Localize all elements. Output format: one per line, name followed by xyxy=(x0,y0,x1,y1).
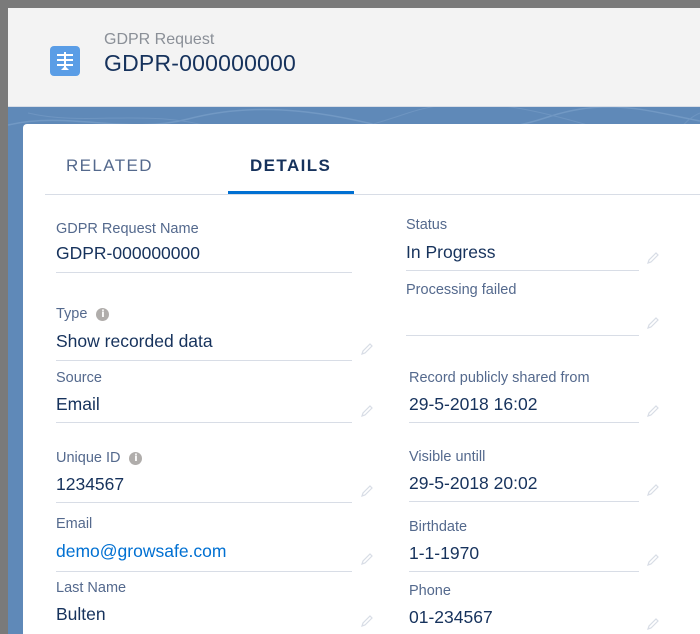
field-status: Status In Progress xyxy=(406,217,676,271)
field-unique-id: Unique ID i 1234567 xyxy=(56,450,386,504)
details-card: RELATED DETAILS GDPR Request Name GDPR-0… xyxy=(23,124,700,634)
field-value: Email xyxy=(56,394,100,414)
gdpr-request-icon xyxy=(50,46,80,76)
info-icon[interactable]: i xyxy=(96,308,110,321)
field-divider xyxy=(409,501,639,502)
field-processing-failed: Processing failed xyxy=(406,282,676,336)
field-value: 1234567 xyxy=(56,474,125,494)
edit-pencil-icon[interactable] xyxy=(360,404,374,418)
field-label: Type i xyxy=(56,306,110,322)
edit-pencil-icon[interactable] xyxy=(360,552,374,566)
field-value: Show recorded data xyxy=(56,331,213,351)
field-divider xyxy=(56,502,352,503)
edit-pencil-icon[interactable] xyxy=(646,483,660,497)
edit-pencil-icon[interactable] xyxy=(646,251,660,265)
field-value: In Progress xyxy=(406,242,496,262)
field-value: 1-1-1970 xyxy=(409,543,480,563)
field-label: Status xyxy=(406,217,448,233)
field-label: Source xyxy=(56,370,102,386)
record-page: GDPR Request GDPR-000000000 RELATED DETA… xyxy=(8,8,700,634)
edit-pencil-icon[interactable] xyxy=(646,404,660,418)
field-divider xyxy=(406,270,639,271)
field-record-publicly-shared-from: Record publicly shared from 29-5-2018 16… xyxy=(409,370,679,424)
field-label: Phone xyxy=(409,583,451,599)
field-value: 01-234567 xyxy=(409,607,493,627)
field-value: 29-5-2018 20:02 xyxy=(409,473,538,493)
field-label: Processing failed xyxy=(406,282,517,298)
edit-pencil-icon[interactable] xyxy=(646,316,660,330)
object-type-label: GDPR Request xyxy=(104,31,215,48)
field-divider xyxy=(56,422,352,423)
record-header: GDPR Request GDPR-000000000 xyxy=(8,8,700,107)
edit-pencil-icon[interactable] xyxy=(360,484,374,498)
field-visible-untill: Visible untill 29-5-2018 20:02 xyxy=(409,449,679,503)
field-value: Bulten xyxy=(56,604,106,624)
field-label: Record publicly shared from xyxy=(409,370,590,386)
field-label: Email xyxy=(56,516,93,532)
field-value: GDPR-000000000 xyxy=(56,243,200,263)
edit-pencil-icon[interactable] xyxy=(360,614,374,628)
field-label: GDPR Request Name xyxy=(56,221,199,237)
record-title: GDPR-000000000 xyxy=(104,50,297,76)
active-tab-indicator xyxy=(228,191,354,194)
tab-details[interactable]: DETAILS xyxy=(250,156,331,176)
field-label: Birthdate xyxy=(409,519,468,535)
tab-bar: RELATED DETAILS xyxy=(45,124,700,195)
field-birthdate: Birthdate 1-1-1970 xyxy=(409,519,679,573)
field-divider xyxy=(409,422,639,423)
field-email: Email demo@growsafe.com xyxy=(56,516,386,572)
field-last-name: Last Name Bulten xyxy=(56,580,386,634)
field-label: Unique ID i xyxy=(56,450,143,466)
field-type: Type i Show recorded data xyxy=(56,306,386,366)
field-divider xyxy=(56,272,352,273)
edit-pencil-icon[interactable] xyxy=(360,342,374,356)
edit-pencil-icon[interactable] xyxy=(646,553,660,567)
tab-related[interactable]: RELATED xyxy=(66,156,153,176)
field-value: 29-5-2018 16:02 xyxy=(409,394,538,414)
email-link[interactable]: demo@growsafe.com xyxy=(56,541,226,562)
field-label: Last Name xyxy=(56,580,127,596)
field-label: Visible untill xyxy=(409,449,486,465)
field-source: Source Email xyxy=(56,370,386,424)
info-icon[interactable]: i xyxy=(129,452,143,465)
field-divider xyxy=(406,335,639,336)
field-phone: Phone 01-234567 xyxy=(409,583,679,634)
field-divider xyxy=(409,571,639,572)
edit-pencil-icon[interactable] xyxy=(646,617,660,631)
field-divider xyxy=(56,360,352,361)
field-divider xyxy=(56,571,352,572)
field-gdpr-request-name: GDPR Request Name GDPR-000000000 xyxy=(56,221,386,273)
